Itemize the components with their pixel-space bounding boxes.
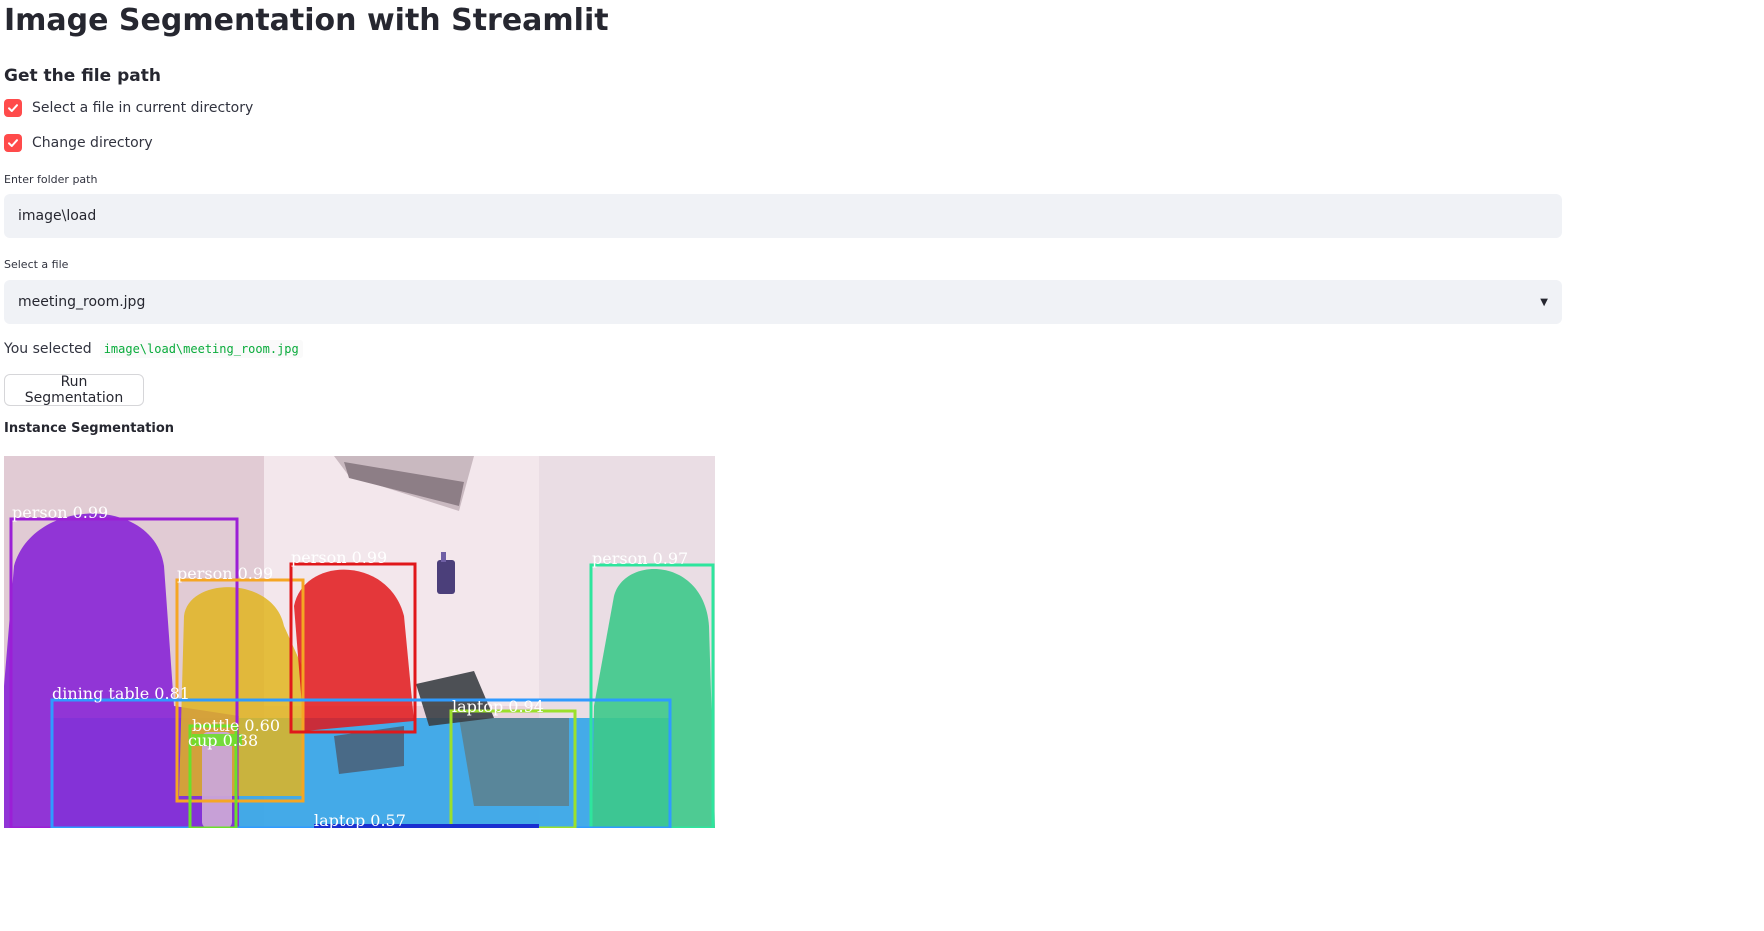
file-select[interactable]: meeting_room.jpg ▼: [4, 280, 1562, 324]
detection-label: person 0.97: [592, 549, 688, 568]
checkbox-checked-icon[interactable]: [4, 99, 22, 117]
file-select-value: meeting_room.jpg: [18, 294, 146, 310]
detection-label: cup 0.38: [188, 731, 258, 750]
detection-label: laptop 0.57: [314, 811, 406, 828]
detection-label: laptop 0.94: [452, 697, 544, 716]
selection-prefix: You selected: [4, 341, 92, 357]
segmentation-canvas: person 0.99 person 0.99 person 0.99 pers…: [4, 456, 715, 828]
detection-label: person 0.99: [177, 564, 273, 583]
checkbox-select-file[interactable]: Select a file in current directory: [4, 96, 253, 120]
checkbox-checked-icon[interactable]: [4, 134, 22, 152]
checkbox-change-directory[interactable]: Change directory: [4, 131, 153, 155]
folder-path-label: Enter folder path: [4, 173, 98, 186]
folder-path-value: image\load: [18, 208, 97, 224]
section-subheader: Get the file path: [4, 66, 161, 86]
folder-path-input[interactable]: image\load: [4, 194, 1562, 238]
selection-line: You selected image\load\meeting_room.jpg: [4, 338, 303, 360]
file-select-label: Select a file: [4, 258, 69, 271]
checkbox-label: Change directory: [32, 135, 153, 151]
page-title: Image Segmentation with Streamlit: [4, 3, 609, 38]
segmentation-result-image: person 0.99 person 0.99 person 0.99 pers…: [4, 456, 715, 828]
detection-label: dining table 0.81: [52, 684, 190, 703]
chevron-down-icon[interactable]: ▼: [1540, 297, 1548, 308]
detection-label: person 0.99: [291, 548, 387, 567]
checkbox-label: Select a file in current directory: [32, 100, 254, 116]
result-title: Instance Segmentation: [4, 421, 175, 436]
selection-path: image\load\meeting_room.jpg: [99, 340, 303, 358]
detection-label: person 0.99: [12, 503, 108, 522]
run-segmentation-button[interactable]: Run Segmentation: [4, 374, 144, 406]
